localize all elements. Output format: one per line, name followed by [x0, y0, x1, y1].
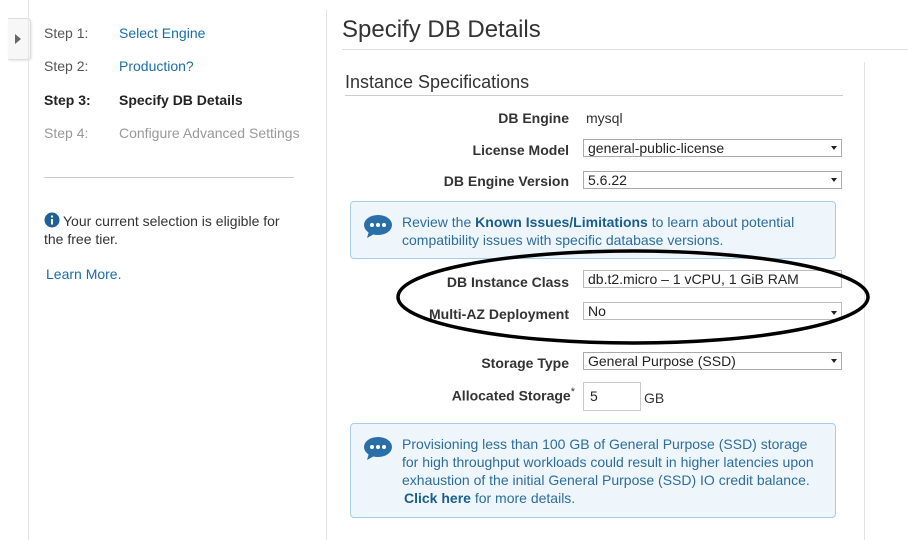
known-issues-link[interactable]: Known Issues/Limitations [475, 214, 648, 230]
engine-version-value: 5.6.22 [588, 172, 627, 188]
chevron-down-icon [831, 178, 837, 182]
engine-version-select[interactable]: 5.6.22 [583, 171, 842, 189]
learn-more[interactable]: Learn More. [46, 266, 121, 282]
sidebar-separator [44, 177, 294, 178]
storage-notice-post: for more details. [470, 490, 576, 506]
notice-text-pre: Review the [402, 214, 476, 230]
step-link-select-engine[interactable]: Select Engine [119, 25, 205, 41]
storage-type-label: Storage Type [481, 355, 569, 371]
known-issues-text: Review the Known Issues/Limitations to l… [402, 213, 827, 249]
storage-type-select[interactable]: General Purpose (SSD) [583, 352, 842, 370]
title-underline [342, 49, 908, 50]
license-model-value: general-public-license [588, 140, 725, 156]
column-divider [326, 10, 327, 540]
multi-az-label: Multi-AZ Deployment [429, 306, 569, 322]
step-number: Step 1: [44, 25, 89, 41]
wizard-step-4: Step 4: Configure Advanced Settings [44, 125, 300, 141]
instance-class-label: DB Instance Class [446, 274, 569, 290]
free-tier-text: Your current selection is eligible for t… [44, 213, 280, 247]
wizard-step-2[interactable]: Step 2: Production? [44, 58, 194, 74]
click-here-link[interactable]: Click here [404, 490, 471, 506]
db-engine-label: DB Engine [498, 110, 569, 126]
page-title: Specify DB Details [342, 16, 541, 43]
multi-az-select[interactable]: No [583, 302, 842, 320]
db-engine-value: mysql [586, 110, 623, 126]
multi-az-value: No [588, 303, 606, 319]
wizard-step-1[interactable]: Step 1: Select Engine [44, 25, 205, 41]
allocated-storage-label: Allocated Storage* [452, 386, 575, 404]
license-model-label: License Model [472, 142, 569, 158]
learn-more-link[interactable]: Learn More [46, 266, 118, 282]
step-link-production[interactable]: Production? [119, 58, 194, 74]
step-label: Configure Advanced Settings [119, 125, 300, 141]
instance-class-value: db.t2.micro – 1 vCPU, 1 GiB RAM [588, 271, 799, 287]
chevron-right-icon [15, 34, 21, 44]
step-number: Step 4: [44, 125, 89, 141]
section-underline [345, 95, 843, 96]
engine-version-label: DB Engine Version [443, 173, 569, 189]
license-model-select[interactable]: general-public-license [583, 139, 842, 157]
wizard-step-3-current: Step 3: Specify DB Details [44, 92, 243, 108]
free-tier-info: Your current selection is eligible for t… [44, 212, 299, 248]
storage-unit: GB [644, 390, 665, 406]
allocated-storage-input[interactable]: 5 [583, 382, 641, 411]
step-number: Step 3: [44, 92, 91, 108]
learn-more-dot: . [117, 266, 122, 282]
speech-bubble-icon [364, 215, 392, 238]
sidebar-border [28, 0, 29, 540]
speech-bubble-icon [364, 437, 392, 460]
storage-notice-text: Provisioning less than 100 GB of General… [402, 435, 827, 507]
allocated-storage-text: Allocated Storage [451, 387, 571, 404]
instance-class-select[interactable]: db.t2.micro – 1 vCPU, 1 GiB RAM [583, 270, 842, 288]
storage-notice: Provisioning less than 100 GB of General… [350, 423, 836, 518]
info-icon [44, 212, 60, 228]
chevron-down-icon [831, 146, 837, 150]
step-number: Step 2: [44, 58, 89, 74]
panel-border [864, 62, 865, 540]
required-mark: * [570, 386, 575, 398]
storage-type-value: General Purpose (SSD) [588, 353, 736, 369]
step-label: Specify DB Details [119, 92, 243, 108]
chevron-down-icon [831, 311, 837, 315]
known-issues-notice: Review the Known Issues/Limitations to l… [350, 201, 836, 259]
section-title: Instance Specifications [345, 72, 530, 92]
chevron-down-icon [831, 359, 837, 363]
storage-notice-body: Provisioning less than 100 GB of General… [402, 436, 814, 488]
